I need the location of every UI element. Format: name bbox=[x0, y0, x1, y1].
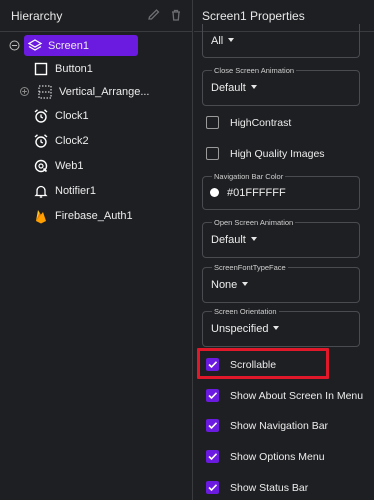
delete-icon[interactable] bbox=[169, 8, 183, 22]
screen-font-typeface-dropdown[interactable]: ScreenFontTypeFace None bbox=[202, 263, 360, 303]
checkmark-icon bbox=[208, 392, 218, 400]
checkbox-label: Show Navigation Bar bbox=[230, 420, 329, 432]
tree-item-vertical-arrangement[interactable]: Vertical_Arrange... bbox=[0, 81, 190, 103]
tree-item-label: Vertical_Arrange... bbox=[59, 86, 150, 98]
high-quality-images-checkbox[interactable]: High Quality Images bbox=[206, 144, 366, 164]
tree-item-label: Web1 bbox=[55, 160, 84, 172]
tree-item-label: Button1 bbox=[55, 63, 93, 75]
dropdown-value: All bbox=[211, 35, 235, 47]
chevron-down-icon bbox=[273, 326, 280, 330]
chevron-down-icon bbox=[250, 237, 257, 241]
checkbox-box[interactable] bbox=[206, 419, 219, 432]
dropdown-value: Unspecified bbox=[211, 323, 280, 335]
tree-item-label: Clock1 bbox=[55, 110, 89, 122]
chevron-down-icon bbox=[250, 85, 257, 89]
dropdown-value: None bbox=[211, 279, 249, 291]
checkbox-label: Show Options Menu bbox=[230, 451, 325, 463]
checkbox-label: Show About Screen In Menu bbox=[230, 390, 364, 402]
tree-item-web1[interactable]: Web1 bbox=[0, 155, 190, 177]
alarm-clock-icon bbox=[34, 134, 48, 148]
checkmark-icon bbox=[208, 422, 218, 430]
top-dropdown[interactable]: All bbox=[202, 24, 360, 58]
show-options-menu-checkbox[interactable]: Show Options Menu bbox=[206, 447, 366, 467]
color-value: #01FFFFFF bbox=[227, 187, 286, 199]
checkbox-label: Show Status Bar bbox=[230, 482, 309, 494]
close-screen-animation-dropdown[interactable]: Close Screen Animation Default bbox=[202, 66, 360, 106]
tree-item-clock2[interactable]: Clock2 bbox=[0, 130, 190, 152]
alarm-clock-icon bbox=[34, 109, 48, 123]
dropdown-value: Default bbox=[211, 234, 257, 246]
field-label: Navigation Bar Color bbox=[212, 172, 286, 181]
bell-icon bbox=[34, 185, 48, 198]
field-label: Screen Orientation bbox=[212, 307, 279, 316]
checkbox-box[interactable] bbox=[206, 450, 219, 463]
tree-item-clock1[interactable]: Clock1 bbox=[0, 105, 190, 127]
show-navigation-bar-checkbox[interactable]: Show Navigation Bar bbox=[206, 416, 366, 436]
checkmark-icon bbox=[208, 484, 218, 492]
field-label: ScreenFontTypeFace bbox=[212, 263, 288, 272]
tree-item-label: Notifier1 bbox=[55, 185, 96, 197]
field-label: Open Screen Animation bbox=[212, 218, 296, 227]
properties-title: Screen1 Properties bbox=[202, 9, 305, 23]
field-label: Close Screen Animation bbox=[212, 66, 297, 75]
tree-item-firebase-auth1[interactable]: Firebase_Auth1 bbox=[0, 205, 190, 227]
tree-item-notifier1[interactable]: Notifier1 bbox=[0, 180, 190, 202]
firebase-icon bbox=[36, 210, 46, 224]
tree-item-label: Clock2 bbox=[55, 135, 89, 147]
chevron-down-icon bbox=[228, 38, 235, 42]
checkbox-label: High Quality Images bbox=[230, 148, 325, 160]
tree-item-screen1[interactable]: Screen1 bbox=[0, 35, 190, 57]
layers-icon bbox=[27, 39, 43, 51]
checkbox-box[interactable] bbox=[206, 116, 219, 129]
tree-item-label: Screen1 bbox=[48, 40, 89, 52]
checkbox-box[interactable] bbox=[206, 389, 219, 402]
web-icon bbox=[34, 159, 48, 173]
hierarchy-title: Hierarchy bbox=[11, 9, 63, 23]
annotation-highlight-box bbox=[197, 348, 329, 379]
high-contrast-checkbox[interactable]: HighContrast bbox=[206, 113, 366, 133]
button-icon bbox=[34, 62, 48, 76]
color-swatch bbox=[210, 188, 219, 197]
hierarchy-panel: Hierarchy Screen1 Button1 Vertical_Arran… bbox=[0, 0, 193, 500]
checkmark-icon bbox=[208, 453, 218, 461]
show-about-screen-checkbox[interactable]: Show About Screen In Menu bbox=[206, 386, 366, 406]
dropdown-value: Default bbox=[211, 82, 257, 94]
hierarchy-header: Hierarchy bbox=[0, 0, 192, 32]
show-status-bar-checkbox[interactable]: Show Status Bar bbox=[206, 478, 366, 498]
properties-panel: Screen1 Properties All Close Screen Anim… bbox=[194, 0, 374, 500]
checkbox-box[interactable] bbox=[206, 147, 219, 160]
tree-item-button1[interactable]: Button1 bbox=[0, 58, 190, 80]
navigation-bar-color-field[interactable]: Navigation Bar Color #01FFFFFF bbox=[202, 172, 360, 210]
screen-orientation-dropdown[interactable]: Screen Orientation Unspecified bbox=[202, 307, 360, 347]
tree-item-label: Firebase_Auth1 bbox=[55, 210, 133, 222]
checkbox-label: HighContrast bbox=[230, 117, 292, 129]
checkbox-box[interactable] bbox=[206, 481, 219, 494]
chevron-down-icon bbox=[242, 282, 249, 286]
open-screen-animation-dropdown[interactable]: Open Screen Animation Default bbox=[202, 218, 360, 258]
edit-icon[interactable] bbox=[147, 8, 161, 22]
vertical-arrangement-icon bbox=[38, 85, 52, 99]
